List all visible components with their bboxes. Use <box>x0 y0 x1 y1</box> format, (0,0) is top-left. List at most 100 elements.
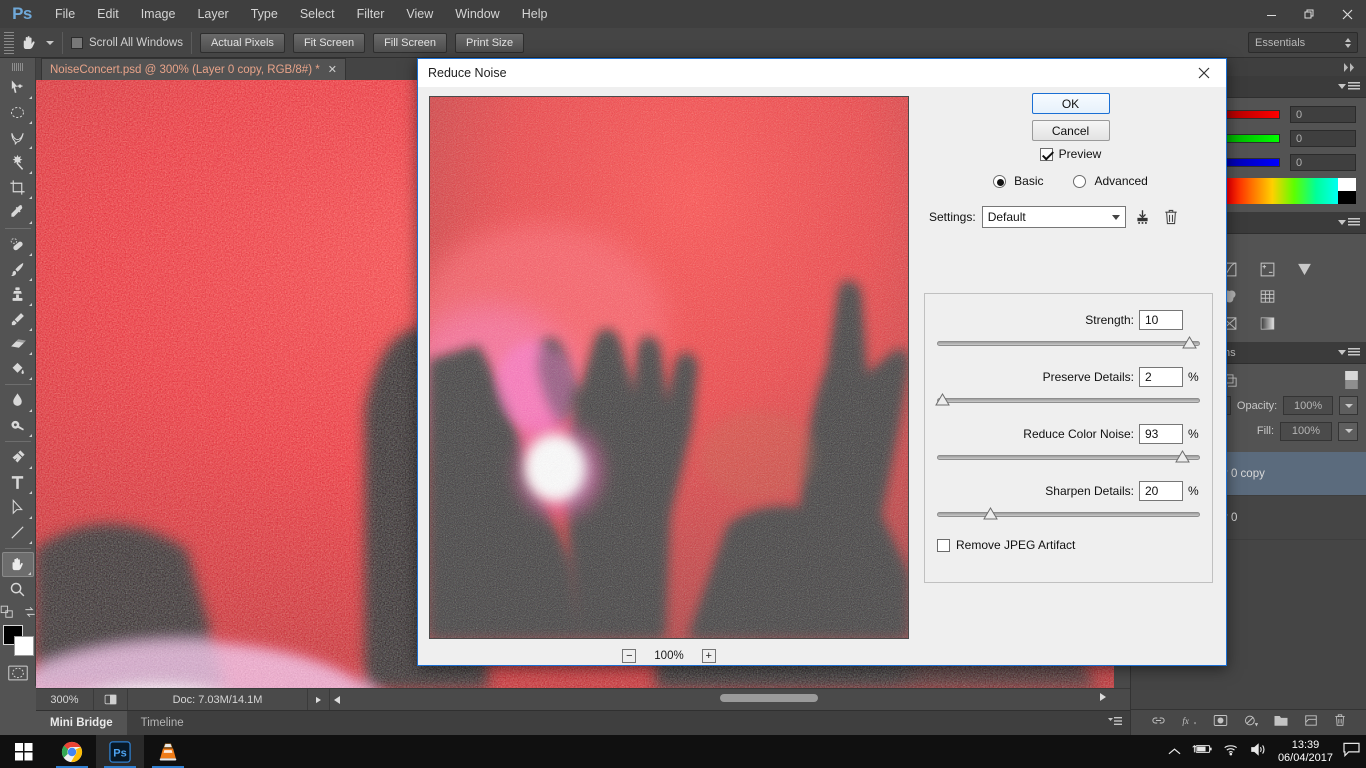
print-size-button[interactable]: Print Size <box>455 32 525 53</box>
volume-icon[interactable] <box>1250 742 1268 762</box>
tool-blur[interactable] <box>2 388 34 413</box>
reduce-color-noise-slider-track[interactable] <box>937 455 1200 460</box>
delete-settings-trash-icon[interactable] <box>1160 207 1182 227</box>
menu-window[interactable]: Window <box>444 0 510 28</box>
actual-pixels-button[interactable]: Actual Pixels <box>199 32 285 53</box>
zoom-out-button[interactable]: − <box>622 649 637 663</box>
green-value[interactable]: 0 <box>1290 130 1356 147</box>
tool-pen[interactable] <box>2 445 34 470</box>
link-icon[interactable] <box>1151 714 1166 732</box>
options-bar-grip[interactable] <box>4 31 14 54</box>
menu-image[interactable]: Image <box>130 0 187 28</box>
basic-radio[interactable] <box>993 174 1007 188</box>
status-left-arrow-icon[interactable] <box>330 689 348 711</box>
tool-paint-bucket[interactable] <box>2 356 34 381</box>
status-zoom[interactable]: 300% <box>36 688 94 711</box>
vlc-taskbar-icon[interactable] <box>144 735 192 768</box>
show-hidden-icons[interactable] <box>1168 743 1181 761</box>
fill-screen-button[interactable]: Fill Screen <box>373 32 448 53</box>
preview-checkbox[interactable] <box>1039 147 1053 161</box>
scroll-all-windows-checkbox[interactable] <box>71 36 83 49</box>
layers-panel-menu-icon[interactable] <box>1338 348 1360 357</box>
photoshop-taskbar-icon[interactable]: Ps <box>96 735 144 768</box>
reduce-color-noise-input[interactable]: 93 <box>1139 424 1183 444</box>
tool-magic-wand[interactable] <box>2 150 34 175</box>
sharpen-details-slider-thumb[interactable] <box>982 507 998 520</box>
chrome-taskbar-icon[interactable] <box>48 735 96 768</box>
preserve-details-slider-track[interactable] <box>937 398 1200 403</box>
tab-timeline[interactable]: Timeline <box>127 711 198 736</box>
wifi-icon[interactable] <box>1223 742 1240 761</box>
save-settings-icon[interactable] <box>1132 207 1154 227</box>
color-swatches[interactable] <box>2 625 34 657</box>
menu-view[interactable]: View <box>395 0 444 28</box>
status-expand-arrow-icon[interactable] <box>308 688 330 711</box>
tool-crop[interactable] <box>2 175 34 200</box>
tool-elliptical-marquee[interactable] <box>2 100 34 125</box>
adjustment-icon[interactable] <box>1243 714 1259 732</box>
tool-dodge[interactable] <box>2 413 34 438</box>
settings-select[interactable]: Default <box>981 206 1126 228</box>
gradient-map-icon[interactable] <box>1251 312 1283 334</box>
action-center-icon[interactable] <box>1343 742 1360 762</box>
mask-icon[interactable] <box>1213 714 1228 732</box>
document-tab[interactable]: NoiseConcert.psd @ 300% (Layer 0 copy, R… <box>41 58 346 80</box>
dialog-close-button[interactable] <box>1182 59 1226 87</box>
preserve-details-slider[interactable] <box>935 392 1200 408</box>
zoom-in-button[interactable]: + <box>701 649 716 663</box>
maximize-restore-button[interactable] <box>1290 0 1328 28</box>
opacity-dropdown-icon[interactable] <box>1338 396 1358 415</box>
default-colors-icon[interactable] <box>0 605 15 619</box>
tool-healing-brush[interactable] <box>2 232 34 257</box>
vibrance-icon[interactable] <box>1288 258 1320 280</box>
styles-panel-menu-icon[interactable] <box>1338 218 1360 227</box>
tool-eraser[interactable] <box>2 332 34 357</box>
menu-file[interactable]: File <box>44 0 86 28</box>
background-color-swatch[interactable] <box>13 636 34 657</box>
document-tab-close-icon[interactable]: ✕ <box>328 63 337 76</box>
tool-history-brush[interactable] <box>2 307 34 332</box>
opacity-value[interactable]: 100% <box>1283 396 1333 415</box>
tool-path-selection[interactable] <box>2 495 34 520</box>
red-value[interactable]: 0 <box>1290 106 1356 123</box>
tool-type[interactable] <box>2 470 34 495</box>
advanced-radio[interactable] <box>1073 174 1087 188</box>
fill-dropdown-icon[interactable] <box>1338 421 1358 441</box>
filter-toggle-icon[interactable] <box>1345 369 1358 391</box>
reduce-color-noise-slider-thumb[interactable] <box>1174 450 1190 463</box>
close-button[interactable] <box>1328 0 1366 28</box>
tool-eyedropper[interactable] <box>2 200 34 225</box>
remove-jpeg-artifact-checkbox[interactable] <box>937 538 950 552</box>
preserve-details-input[interactable]: 2 <box>1139 367 1183 387</box>
tool-clone-stamp[interactable] <box>2 282 34 307</box>
fit-screen-button[interactable]: Fit Screen <box>292 32 366 53</box>
canvas-horizontal-scroll-thumb[interactable] <box>720 694 818 702</box>
strength-slider-track[interactable] <box>937 341 1200 346</box>
scroll-right-arrow-icon[interactable] <box>1100 693 1106 703</box>
tool-lasso[interactable] <box>2 125 34 150</box>
dialog-title-bar[interactable]: Reduce Noise <box>418 59 1226 87</box>
start-button[interactable] <box>0 735 48 768</box>
menu-type[interactable]: Type <box>240 0 289 28</box>
tool-brush[interactable] <box>2 257 34 282</box>
swap-colors-icon[interactable] <box>23 605 37 619</box>
blue-value[interactable]: 0 <box>1290 154 1356 171</box>
tool-move[interactable] <box>2 75 34 100</box>
fill-value[interactable]: 100% <box>1280 421 1332 441</box>
taskbar-clock[interactable]: 13:39 06/04/2017 <box>1278 739 1333 765</box>
sharpen-details-input[interactable]: 20 <box>1139 481 1183 501</box>
canvas-horizontal-scroll-track[interactable] <box>720 692 1110 704</box>
workspace-selector[interactable]: Essentials <box>1248 32 1358 53</box>
strength-slider-thumb[interactable] <box>1182 336 1198 349</box>
minimize-button[interactable] <box>1252 0 1290 28</box>
fx-icon[interactable]: fx <box>1181 714 1198 732</box>
menu-filter[interactable]: Filter <box>346 0 396 28</box>
battery-icon[interactable] <box>1191 742 1213 761</box>
cancel-button[interactable]: Cancel <box>1031 120 1110 141</box>
folder-icon[interactable] <box>1273 714 1289 732</box>
menu-edit[interactable]: Edit <box>86 0 130 28</box>
preview-image[interactable] <box>429 96 909 639</box>
quick-mask-toggle[interactable] <box>2 661 34 686</box>
color-lookup-icon[interactable] <box>1251 285 1283 307</box>
tool-zoom[interactable] <box>2 577 34 602</box>
